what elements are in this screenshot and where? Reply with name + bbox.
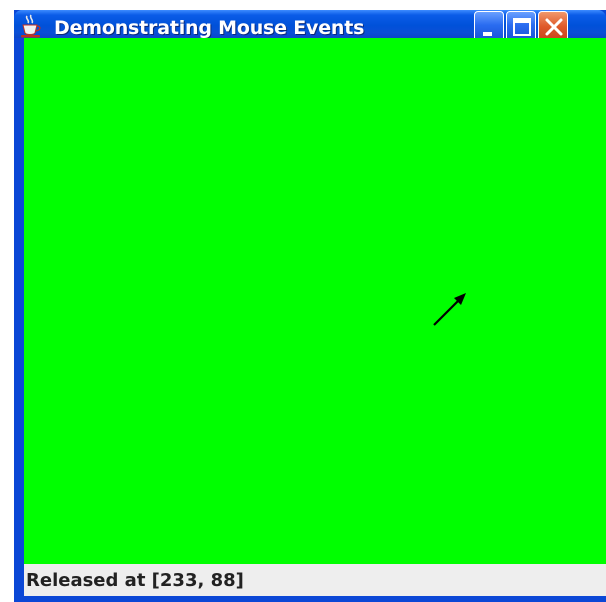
window-title: Demonstrating Mouse Events	[54, 17, 365, 39]
arrow-pointer-icon	[433, 293, 466, 326]
mouse-event-canvas[interactable]	[24, 38, 606, 564]
status-label: Released at [233, 88]	[26, 570, 244, 591]
window-bottom-border	[24, 596, 606, 602]
java-cup-icon[interactable]	[20, 14, 42, 40]
status-bar: Released at [233, 88]	[24, 564, 606, 596]
